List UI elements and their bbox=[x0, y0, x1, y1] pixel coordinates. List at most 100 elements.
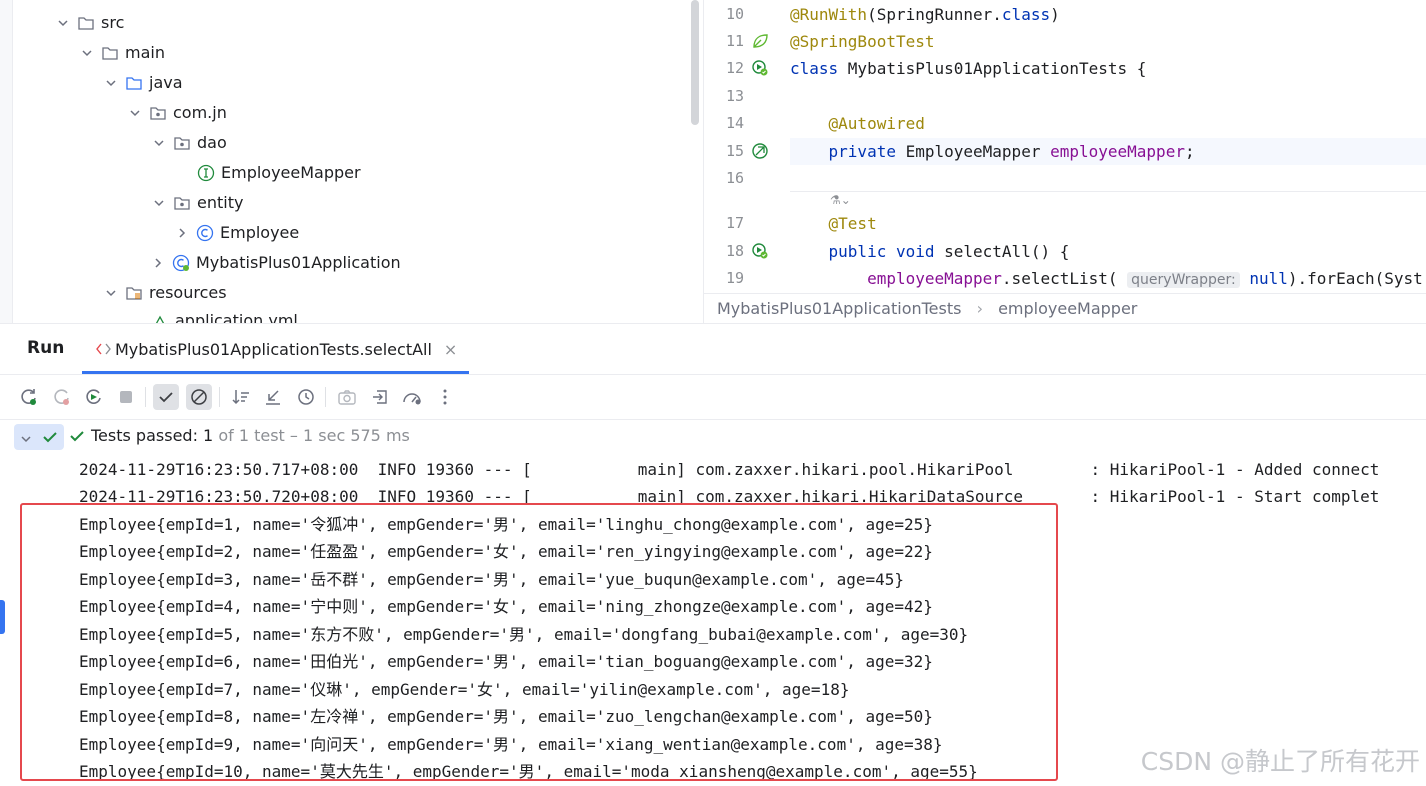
interface-icon bbox=[197, 164, 215, 182]
tree-item-entity[interactable]: entity bbox=[151, 188, 243, 218]
code-token: public void bbox=[828, 242, 945, 261]
sort-icon[interactable] bbox=[228, 384, 254, 410]
code-line: public void selectAll() { bbox=[790, 238, 1070, 265]
toolbar-divider bbox=[145, 387, 146, 407]
resources-folder-icon bbox=[125, 284, 143, 302]
package-icon bbox=[149, 104, 167, 122]
code-line: class MybatisPlus01ApplicationTests { bbox=[790, 55, 1146, 82]
tree-item-label: MybatisPlus01Application bbox=[196, 253, 401, 272]
chevron-down-icon[interactable] bbox=[151, 195, 167, 211]
spring-leaf-icon[interactable] bbox=[750, 31, 770, 51]
code-token: @Test bbox=[828, 214, 877, 233]
run-config-tab[interactable]: MybatisPlus01ApplicationTests.selectAll … bbox=[95, 338, 457, 360]
chevron-down-icon[interactable] bbox=[79, 45, 95, 61]
code-token: @Autowired bbox=[828, 114, 925, 133]
spring-class-icon bbox=[172, 254, 190, 272]
toolbar-divider bbox=[325, 387, 326, 407]
more-options-icon[interactable] bbox=[432, 384, 458, 410]
rerun-icon[interactable] bbox=[16, 384, 42, 410]
tree-scrollbar[interactable] bbox=[691, 0, 699, 125]
breadcrumb-item-field[interactable]: employeeMapper bbox=[998, 299, 1137, 318]
code-token: EmployeeMapper bbox=[905, 142, 1051, 161]
tree-item-com-jn[interactable]: com.jn bbox=[127, 98, 227, 128]
coverage-icon[interactable] bbox=[399, 384, 425, 410]
stop-icon[interactable] bbox=[113, 384, 139, 410]
tree-item-main[interactable]: main bbox=[79, 38, 165, 68]
show-passed-icon[interactable] bbox=[153, 384, 179, 410]
code-token: employeeMapper bbox=[1050, 142, 1185, 161]
import-tests-icon[interactable] bbox=[367, 384, 393, 410]
history-icon[interactable] bbox=[293, 384, 319, 410]
side-accent-bar bbox=[0, 600, 5, 634]
test-status-bar: Tests passed: 1 of 1 test – 1 sec 575 ms bbox=[0, 419, 1426, 454]
test-status-text: Tests passed: 1 of 1 test – 1 sec 575 ms bbox=[91, 426, 410, 445]
code-token: ) bbox=[1050, 5, 1060, 24]
breadcrumb-item-class[interactable]: MybatisPlus01ApplicationTests bbox=[717, 299, 961, 318]
code-line: @SpringBootTest bbox=[790, 28, 935, 55]
close-tab-icon[interactable]: × bbox=[444, 340, 457, 359]
toggle-auto-test-icon[interactable] bbox=[81, 384, 107, 410]
code-token: (SpringRunner. bbox=[867, 5, 1002, 24]
test-tree-root[interactable] bbox=[14, 424, 64, 450]
tree-item-application-yml[interactable]: application.yml bbox=[151, 306, 298, 323]
code-token: queryWrapper: bbox=[1127, 272, 1240, 288]
status-count: 1 bbox=[203, 426, 214, 445]
collapse-all-icon[interactable] bbox=[260, 384, 286, 410]
run-toolbar bbox=[0, 374, 1426, 420]
code-token: ; bbox=[1184, 142, 1195, 161]
breadcrumb: MybatisPlus01ApplicationTests › employee… bbox=[704, 293, 1426, 323]
run-config-tab-label: MybatisPlus01ApplicationTests.selectAll bbox=[115, 339, 432, 359]
code-editor[interactable]: ⚗⌄ 10 @RunWith(SpringRunner.class) 11 @Spri… bbox=[703, 0, 1426, 323]
tree-item-label: Employee bbox=[220, 223, 300, 242]
ai-hint-icon[interactable]: ⚗⌄ bbox=[830, 193, 860, 209]
source-folder-icon bbox=[125, 74, 143, 92]
line-number: 12 bbox=[725, 59, 744, 77]
tree-item-src[interactable]: src bbox=[55, 8, 124, 38]
chevron-down-icon[interactable] bbox=[151, 135, 167, 151]
chevron-right-icon[interactable] bbox=[150, 255, 166, 271]
test-config-icon bbox=[95, 342, 115, 356]
code-token: selectAll() { bbox=[944, 242, 1070, 261]
chevron-down-icon[interactable] bbox=[127, 105, 143, 121]
toolbar-divider bbox=[219, 387, 220, 407]
line-number: 10 bbox=[725, 5, 744, 23]
code-token: employeeMapper bbox=[867, 269, 1002, 288]
line-number: 15 bbox=[725, 142, 744, 160]
chevron-down-icon[interactable] bbox=[103, 285, 119, 301]
line-number: 11 bbox=[725, 32, 744, 50]
rerun-failed-icon[interactable] bbox=[49, 384, 75, 410]
line-number: 18 bbox=[725, 242, 744, 260]
chevron-down-icon[interactable] bbox=[20, 430, 32, 449]
line-number: 19 bbox=[725, 269, 744, 287]
breadcrumb-separator-icon: › bbox=[976, 299, 983, 318]
run-test-icon[interactable] bbox=[750, 58, 770, 78]
spring-bean-icon[interactable] bbox=[750, 141, 770, 161]
tree-item-dao[interactable]: dao bbox=[151, 128, 227, 158]
tree-item-resources[interactable]: resources bbox=[103, 278, 227, 308]
run-test-icon[interactable] bbox=[750, 241, 770, 261]
tree-item-employee-mapper[interactable]: EmployeeMapper bbox=[197, 158, 361, 188]
run-panel-title: Run bbox=[27, 338, 65, 358]
tree-item-label: com.jn bbox=[173, 103, 227, 122]
status-detail: of 1 test – 1 sec 575 ms bbox=[213, 426, 410, 445]
chevron-right-icon[interactable] bbox=[174, 225, 190, 241]
project-tree: src main java com.jn dao EmployeeMapper … bbox=[0, 0, 703, 323]
chevron-down-icon[interactable] bbox=[55, 15, 71, 31]
inlay-divider bbox=[790, 191, 1426, 192]
snapshot-icon[interactable] bbox=[334, 384, 360, 410]
tree-item-java[interactable]: java bbox=[103, 68, 183, 98]
package-icon bbox=[173, 194, 191, 212]
status-check-icon bbox=[69, 428, 85, 448]
code-line: @RunWith(SpringRunner.class) bbox=[790, 1, 1060, 28]
tree-item-application[interactable]: MybatisPlus01Application bbox=[150, 248, 401, 278]
show-ignored-icon[interactable] bbox=[186, 384, 212, 410]
chevron-down-icon[interactable] bbox=[103, 75, 119, 91]
code-token: ).forEach(Syst bbox=[1287, 269, 1423, 288]
code-line: private EmployeeMapper employeeMapper; bbox=[790, 138, 1195, 165]
code-token: class bbox=[790, 59, 848, 78]
package-icon bbox=[173, 134, 191, 152]
tree-item-employee[interactable]: Employee bbox=[174, 218, 299, 248]
